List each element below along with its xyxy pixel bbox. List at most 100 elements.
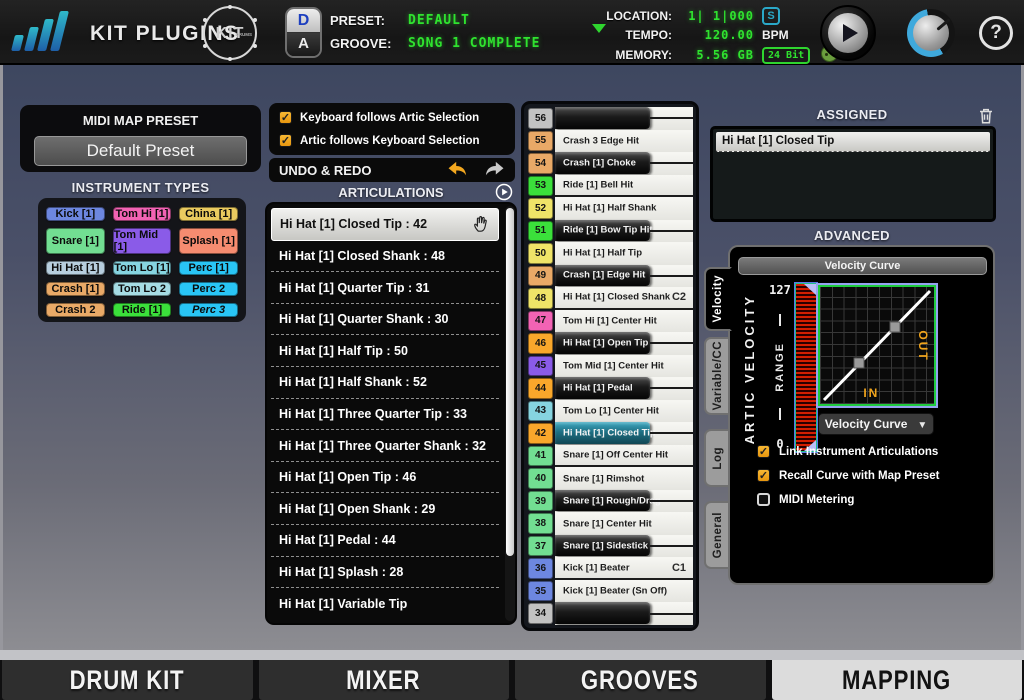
- piano-key-41[interactable]: 41 Snare [1] Off Center Hit: [527, 445, 693, 468]
- help-button[interactable]: ?: [979, 16, 1013, 50]
- velocity-curve-graph[interactable]: IN OUT: [818, 285, 936, 406]
- piano-key-39[interactable]: 39 Snare [1] Rough/Drag: [527, 490, 693, 513]
- piano-key-48[interactable]: 48 Hi Hat [1] Closed ShankC2: [527, 287, 693, 310]
- white-key[interactable]: Tom Hi [1] Center Hit: [555, 310, 693, 333]
- piano-key-55[interactable]: 55 Crash 3 Edge Hit: [527, 130, 693, 153]
- piano-key-35[interactable]: 35 Kick [1] Beater (Sn Off): [527, 580, 693, 603]
- articulation-item[interactable]: Hi Hat [1] Quarter Shank : 30: [271, 304, 499, 336]
- instrument-type-crash[interactable]: Crash [1]: [46, 282, 105, 296]
- black-key[interactable]: Snare [1] Sidestick: [555, 535, 693, 558]
- white-key[interactable]: Hi Hat [1] Closed ShankC2: [555, 287, 693, 310]
- articulation-item-selected[interactable]: Hi Hat [1] Closed Tip : 42: [271, 208, 499, 241]
- white-key[interactable]: Hi Hat [1] Half Shank: [555, 197, 693, 220]
- articulation-item[interactable]: Hi Hat [1] Half Shank : 52: [271, 367, 499, 399]
- piano-key-37[interactable]: 37 Snare [1] Sidestick: [527, 535, 693, 558]
- instrument-type-splash[interactable]: Splash [1]: [179, 228, 238, 254]
- piano-key-54[interactable]: 54 Crash [1] Choke: [527, 152, 693, 175]
- checkbox-midi-metering[interactable]: MIDI Metering: [757, 493, 854, 506]
- articulation-item[interactable]: Hi Hat [1] Variable Tip: [271, 588, 499, 619]
- black-key[interactable]: Hi Hat [1] Open Tip: [555, 332, 693, 355]
- piano-key-36[interactable]: 36 Kick [1] BeaterC1: [527, 557, 693, 580]
- instrument-type-tom-lo[interactable]: Tom Lo [1]: [113, 261, 172, 275]
- tab-mapping[interactable]: MAPPING: [772, 660, 1023, 700]
- piano-key-38[interactable]: 38 Snare [1] Center Hit: [527, 512, 693, 535]
- checkbox-link-articulations[interactable]: Link Instrument Articulations: [757, 445, 938, 458]
- white-key[interactable]: Crash 3 Edge Hit: [555, 130, 693, 153]
- sync-badge[interactable]: S: [762, 7, 780, 25]
- articulation-item[interactable]: Hi Hat [1] Pedal : 44: [271, 525, 499, 557]
- piano-key-44[interactable]: 44 Hi Hat [1] Pedal: [527, 377, 693, 400]
- preset-value[interactable]: DEFAULT: [408, 13, 540, 28]
- piano-key-50[interactable]: 50 Hi Hat [1] Half Tip: [527, 242, 693, 265]
- tab-log[interactable]: Log: [704, 429, 730, 487]
- instrument-type-tom-mid[interactable]: Tom Mid [1]: [113, 228, 172, 254]
- articulation-item[interactable]: Hi Hat [1] Half Tip : 50: [271, 335, 499, 367]
- white-key[interactable]: Snare [1] Rimshot: [555, 467, 693, 490]
- white-key[interactable]: Tom Lo [1] Center Hit: [555, 400, 693, 423]
- piano-key-53[interactable]: 53 Ride [1] Bell Hit: [527, 175, 693, 198]
- trash-icon[interactable]: [977, 106, 995, 126]
- instrument-type-tom-lo-2[interactable]: Tom Lo 2: [113, 282, 172, 296]
- instrument-type-snare[interactable]: Snare [1]: [46, 228, 105, 254]
- articulation-item[interactable]: Hi Hat [1] Three Quarter Tip : 33: [271, 399, 499, 431]
- checkbox-artic-follows-keyboard[interactable]: Artic follows Keyboard Selection: [279, 134, 505, 147]
- tab-general[interactable]: General: [704, 501, 730, 569]
- articulations-scrollbar[interactable]: [505, 206, 515, 621]
- scrollbar-thumb[interactable]: [506, 208, 514, 556]
- range-max-handle[interactable]: [804, 284, 816, 295]
- undo-icon[interactable]: [447, 161, 469, 179]
- black-key-selected[interactable]: Hi Hat [1] Closed Tip: [555, 422, 693, 445]
- instrument-type-hi-hat[interactable]: Hi Hat [1]: [46, 261, 105, 275]
- instrument-type-ride[interactable]: Ride [1]: [113, 303, 172, 317]
- black-key[interactable]: Crash [1] Choke: [555, 152, 693, 175]
- play-button[interactable]: [820, 5, 876, 61]
- white-key[interactable]: Snare [1] Off Center Hit: [555, 445, 693, 468]
- black-key[interactable]: Hi Hat [1] Pedal: [555, 377, 693, 400]
- da-mode-toggle[interactable]: D A: [285, 7, 322, 58]
- black-key[interactable]: [555, 107, 693, 130]
- instrument-type-china[interactable]: China [1]: [179, 207, 238, 221]
- black-key[interactable]: [555, 602, 693, 625]
- checkbox-recall-curve[interactable]: Recall Curve with Map Preset: [757, 469, 939, 482]
- curve-handle[interactable]: [854, 358, 864, 368]
- black-key[interactable]: Ride [1] Bow Tip Hit: [555, 220, 693, 243]
- da-toggle-d[interactable]: D: [287, 9, 320, 33]
- volume-knob[interactable]: [907, 9, 955, 57]
- piano-key-49[interactable]: 49 Crash [1] Edge Hit: [527, 265, 693, 288]
- tab-drum-kit[interactable]: DRUM KIT: [2, 660, 253, 700]
- articulation-item[interactable]: Hi Hat [1] Quarter Tip : 31: [271, 272, 499, 304]
- articulation-item[interactable]: Hi Hat [1] Closed Shank : 48: [271, 241, 499, 273]
- piano-key-43[interactable]: 43 Tom Lo [1] Center Hit: [527, 400, 693, 423]
- piano-key-34[interactable]: 34: [527, 602, 693, 625]
- tab-grooves[interactable]: GROOVES: [515, 660, 766, 700]
- da-toggle-a[interactable]: A: [287, 33, 320, 56]
- white-key[interactable]: Snare [1] Center Hit: [555, 512, 693, 535]
- articulation-item[interactable]: Hi Hat [1] Three Quarter Shank : 32: [271, 430, 499, 462]
- white-key[interactable]: Tom Mid [1] Center Hit: [555, 355, 693, 378]
- black-key[interactable]: Crash [1] Edge Hit: [555, 265, 693, 288]
- piano-key-51[interactable]: 51 Ride [1] Bow Tip Hit: [527, 220, 693, 243]
- assigned-item[interactable]: Hi Hat [1] Closed Tip: [716, 132, 990, 152]
- piano-key-40[interactable]: 40 Snare [1] Rimshot: [527, 467, 693, 490]
- piano-key-42-selected[interactable]: 42 Hi Hat [1] Closed Tip: [527, 422, 693, 445]
- white-key[interactable]: Ride [1] Bell Hit: [555, 175, 693, 198]
- piano-key-45[interactable]: 45 Tom Mid [1] Center Hit: [527, 355, 693, 378]
- instrument-type-perc-2[interactable]: Perc 2: [179, 282, 238, 296]
- articulation-item[interactable]: Hi Hat [1] Open Shank : 29: [271, 493, 499, 525]
- checkbox-keyboard-follows-artic[interactable]: Keyboard follows Artic Selection: [279, 111, 505, 124]
- tempo-value[interactable]: 120.00: [680, 28, 754, 42]
- black-key[interactable]: Snare [1] Rough/Drag: [555, 490, 693, 513]
- piano-key-56[interactable]: 56: [527, 107, 693, 130]
- piano-key-52[interactable]: 52 Hi Hat [1] Half Shank: [527, 197, 693, 220]
- articulation-item[interactable]: Hi Hat [1] Splash : 28: [271, 557, 499, 589]
- piano-key-47[interactable]: 47 Tom Hi [1] Center Hit: [527, 310, 693, 333]
- white-key[interactable]: Kick [1] Beater (Sn Off): [555, 580, 693, 603]
- instrument-type-perc[interactable]: Perc [1]: [179, 261, 238, 275]
- velocity-range-meter[interactable]: [796, 284, 816, 451]
- instrument-type-tom-hi[interactable]: Tom Hi [1]: [113, 207, 172, 221]
- instrument-type-kick[interactable]: Kick [1]: [46, 207, 105, 221]
- tab-mixer[interactable]: MIXER: [259, 660, 510, 700]
- instrument-type-crash-2[interactable]: Crash 2: [46, 303, 105, 317]
- curve-handle[interactable]: [890, 322, 900, 332]
- white-key[interactable]: Hi Hat [1] Half Tip: [555, 242, 693, 265]
